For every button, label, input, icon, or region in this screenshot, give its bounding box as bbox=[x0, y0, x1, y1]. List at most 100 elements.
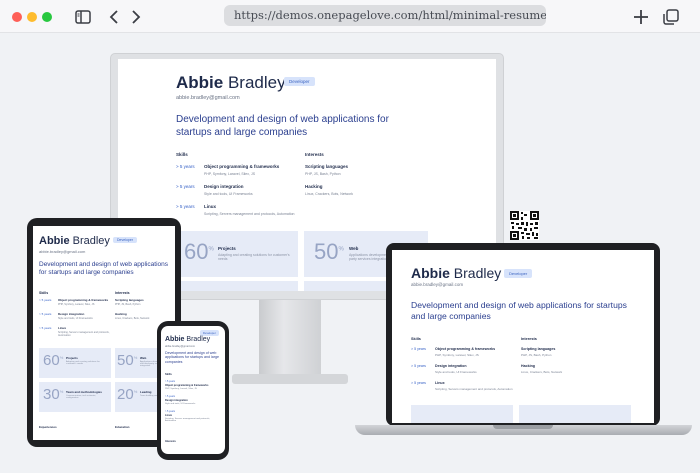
sidebar-icon[interactable] bbox=[73, 7, 93, 27]
skills-title: Skills bbox=[39, 291, 49, 295]
interest-sub: Linux, Crackers, Bots, Network bbox=[305, 192, 354, 196]
skill-sub: Scripting, Servers management and protoc… bbox=[58, 331, 110, 337]
resume-name: Abbie Bradley bbox=[165, 336, 211, 343]
stat-sub: Adapting and creating solutions for cust… bbox=[66, 361, 100, 365]
skills-title: Skills bbox=[176, 152, 188, 157]
interest-title: Scripting languages bbox=[521, 347, 556, 351]
skill-years: > 5 years bbox=[176, 184, 195, 189]
interests-title: Interests bbox=[521, 337, 537, 341]
monitor-stand bbox=[259, 300, 321, 382]
skill-sub: Style and tools, UI Frameworks bbox=[165, 403, 196, 405]
role-badge: Developer bbox=[113, 237, 137, 243]
skill-years: > 5 years bbox=[411, 364, 426, 368]
skill-sub: PHP, Symfony, Laravel, Silex, JS bbox=[165, 388, 197, 390]
skill-sub: Scripting, Servers management and protoc… bbox=[435, 387, 513, 391]
address-bar[interactable]: https://demos.onepagelove.com/html/minim… bbox=[224, 5, 546, 26]
stat-label: Projects bbox=[66, 356, 78, 360]
stat-sub: Adapting and creating solutions for cust… bbox=[218, 253, 290, 261]
stat-label: Web bbox=[140, 356, 147, 360]
role-badge: Developer bbox=[504, 269, 533, 278]
interest-title: Scripting languages bbox=[305, 164, 349, 169]
skill-sub: PHP, Symfony, Laravel, Silex, JS bbox=[204, 172, 256, 176]
stat-sub: Communication, task estimate, configurat… bbox=[66, 395, 96, 399]
skill-title: Design integration bbox=[435, 364, 467, 368]
skill-title: Object programming & frameworks bbox=[58, 298, 109, 302]
skill-title: Linux bbox=[165, 414, 172, 417]
skill-years: > 5 years bbox=[39, 312, 52, 316]
back-icon[interactable] bbox=[104, 7, 124, 27]
interest-sub: PHP, JS, Bash, Python bbox=[305, 172, 341, 176]
skill-years: > 5 years bbox=[411, 347, 426, 351]
stat-number: 60% bbox=[43, 352, 64, 369]
resume-headline: Development and design of web applicatio… bbox=[176, 114, 389, 138]
tablet-screen: Abbie Bradley Developer abbie.bradley@gm… bbox=[33, 226, 175, 440]
resume-headline: Development and design of web applicatio… bbox=[165, 351, 219, 364]
interest-sub: Linux, Crackers, Bots, Network bbox=[115, 317, 150, 320]
resume-email[interactable]: abbie.bradley@gmail.com bbox=[176, 95, 240, 101]
resume-email[interactable]: abbie.bradley@gmail.com bbox=[411, 282, 463, 287]
skill-sub: PHP, Symfony, Laravel, Silex, JS bbox=[58, 303, 95, 306]
role-badge: Developer bbox=[284, 77, 315, 86]
skill-years: > 5 years bbox=[176, 204, 195, 209]
interest-title: Hacking bbox=[305, 184, 323, 189]
stat-number: 30% bbox=[43, 386, 64, 403]
interest-sub: Linux, Crackers, Bots, Network bbox=[521, 370, 563, 374]
experiences-title: Experiences bbox=[39, 425, 57, 429]
resume-headline: Development and design of web applicatio… bbox=[411, 300, 627, 321]
laptop-screen: Abbie Bradley Developer abbie.bradley@gm… bbox=[392, 250, 654, 423]
skill-title: Design integration bbox=[165, 399, 188, 402]
skill-sub: Style and tools, UI Frameworks bbox=[58, 317, 93, 320]
skill-years: > 5 years bbox=[176, 164, 195, 169]
stat-number: 50% bbox=[117, 352, 138, 369]
tabs-overview-icon[interactable] bbox=[661, 7, 681, 27]
skill-title: Design integration bbox=[204, 184, 244, 189]
laptop-notch bbox=[493, 425, 553, 429]
interest-title: Hacking bbox=[115, 312, 127, 316]
interest-sub: PHP, JS, Bash, Python bbox=[115, 303, 141, 306]
forward-icon[interactable] bbox=[126, 7, 146, 27]
interest-title: Hacking bbox=[521, 364, 535, 368]
stat-number: 20% bbox=[117, 386, 138, 403]
skills-title: Skills bbox=[165, 373, 172, 376]
skill-title: Design integration bbox=[58, 312, 85, 316]
close-window-button[interactable] bbox=[12, 12, 22, 22]
resume-email[interactable]: abbie.bradley@gmail.com bbox=[165, 345, 195, 348]
interest-title: Scripting languages bbox=[115, 298, 144, 302]
skill-title: Linux bbox=[204, 204, 216, 209]
resume-name: Abbie Bradley bbox=[176, 73, 286, 92]
maximize-window-button[interactable] bbox=[42, 12, 52, 22]
resume-headline: Development and design of web applicatio… bbox=[39, 261, 169, 277]
stat-card bbox=[519, 405, 631, 423]
resume-name: Abbie Bradley bbox=[411, 265, 502, 281]
monitor-base bbox=[232, 374, 348, 384]
skill-years: > 5 years bbox=[165, 395, 175, 398]
skill-title: Object programming & frameworks bbox=[204, 164, 280, 169]
skill-title: Object programming & frameworks bbox=[435, 347, 496, 351]
education-title: Education bbox=[115, 425, 130, 429]
stat-label: Web bbox=[349, 246, 359, 251]
stat-card bbox=[411, 405, 513, 423]
skill-years: > 5 years bbox=[165, 410, 175, 413]
resume-name: Abbie Bradley bbox=[39, 235, 110, 247]
stat-number: 50% bbox=[314, 239, 344, 264]
interest-sub: PHP, JS, Bash, Python bbox=[521, 353, 552, 357]
skill-years: > 5 years bbox=[165, 380, 175, 383]
skill-sub: Style and tools, UI Frameworks bbox=[204, 192, 253, 196]
browser-toolbar: https://demos.onepagelove.com/html/minim… bbox=[0, 0, 700, 33]
skills-title: Skills bbox=[411, 337, 421, 341]
skill-title: Linux bbox=[58, 326, 66, 330]
interests-title: Interests bbox=[115, 291, 130, 295]
stat-label: Team and methodologies bbox=[66, 390, 102, 394]
skill-sub: Scripting, Servers management and protoc… bbox=[204, 212, 295, 216]
skill-sub: Scripting, Servers management and protoc… bbox=[165, 418, 210, 422]
resume-email[interactable]: abbie.bradley@gmail.com bbox=[39, 249, 85, 254]
qr-code-icon bbox=[510, 211, 539, 240]
skill-years: > 5 years bbox=[411, 381, 426, 385]
skill-title: Linux bbox=[435, 381, 445, 385]
phone-screen: Developer Abbie Bradley abbie.bradley@gm… bbox=[161, 326, 225, 454]
minimize-window-button[interactable] bbox=[27, 12, 37, 22]
interests-title: Interests bbox=[165, 440, 176, 443]
new-tab-icon[interactable] bbox=[631, 7, 651, 27]
skill-title: Object programming & frameworks bbox=[165, 384, 209, 387]
skill-sub: PHP, Symfony, Laravel, Silex, JS bbox=[435, 353, 479, 357]
